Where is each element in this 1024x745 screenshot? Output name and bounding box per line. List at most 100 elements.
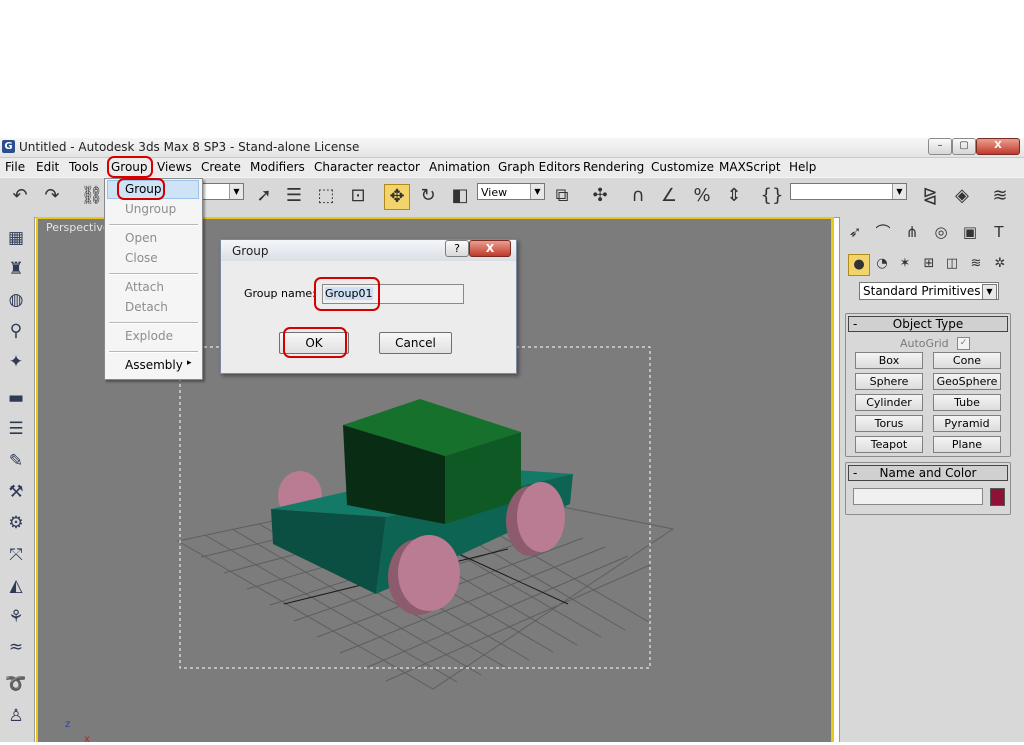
- object-color-swatch[interactable]: [990, 488, 1005, 506]
- pyramid-button[interactable]: Pyramid: [933, 415, 1001, 432]
- selection-filter-dropdown[interactable]: ▼: [200, 183, 244, 200]
- undo-icon[interactable]: ↶: [8, 184, 32, 208]
- space-warps-icon[interactable]: ≋: [966, 254, 986, 274]
- cancel-button[interactable]: Cancel: [379, 332, 452, 354]
- app-logo-icon[interactable]: G: [2, 140, 15, 153]
- object-type-header[interactable]: - Object Type: [848, 316, 1008, 332]
- pen-icon[interactable]: ✎: [4, 449, 28, 473]
- menu-graph-editors[interactable]: Graph Editors: [498, 160, 580, 174]
- dialog-close-button[interactable]: X: [469, 240, 511, 257]
- menu-tools[interactable]: Tools: [69, 160, 99, 174]
- transform-icon[interactable]: ⤧: [4, 543, 28, 567]
- menu-customize[interactable]: Customize: [651, 160, 714, 174]
- menu-item-open[interactable]: Open: [125, 231, 157, 245]
- wrench-icon[interactable]: ⚒: [4, 480, 28, 504]
- light-icon[interactable]: ⚲: [4, 319, 28, 343]
- menu-character[interactable]: Character: [314, 160, 373, 174]
- menu-item-close[interactable]: Close: [125, 251, 158, 265]
- select-move-icon[interactable]: ✥: [384, 184, 410, 210]
- close-window-button[interactable]: X: [976, 138, 1020, 155]
- create-tab-icon[interactable]: ➶: [843, 220, 867, 244]
- box-primitive-icon[interactable]: ▦: [4, 226, 28, 250]
- autogrid-checkbox[interactable]: ✓: [957, 337, 970, 350]
- menu-item-detach[interactable]: Detach: [125, 300, 168, 314]
- layer-manager-icon[interactable]: ≋: [988, 184, 1012, 208]
- car-body-front[interactable]: [271, 509, 386, 594]
- box-button[interactable]: Box: [855, 352, 923, 369]
- object-name-field[interactable]: [853, 488, 983, 505]
- maximize-button[interactable]: ▢: [952, 138, 976, 155]
- menu-edit[interactable]: Edit: [36, 160, 59, 174]
- window-crossing-icon[interactable]: ⊡: [346, 184, 370, 208]
- cameras-icon[interactable]: ⊞: [919, 254, 939, 274]
- menu-maxscript[interactable]: MAXScript: [719, 160, 781, 174]
- viewport-label[interactable]: Perspective: [46, 221, 110, 234]
- rect-select-region-icon[interactable]: ⬚: [314, 184, 338, 208]
- dialog-help-button[interactable]: ?: [445, 240, 469, 257]
- gear-icon[interactable]: ⚙: [4, 511, 28, 535]
- menu-create[interactable]: Create: [201, 160, 241, 174]
- tube-button[interactable]: Tube: [933, 394, 1001, 411]
- lights-icon[interactable]: ✶: [895, 254, 915, 274]
- sphere-icon[interactable]: ◍: [4, 288, 28, 312]
- redo-icon[interactable]: ↷: [40, 184, 64, 208]
- systems-icon[interactable]: ✲: [990, 254, 1010, 274]
- modify-tab-icon[interactable]: ⌒: [871, 220, 895, 244]
- menu-views[interactable]: Views: [157, 160, 192, 174]
- shapes-icon[interactable]: ◔: [872, 254, 892, 274]
- sphere-button[interactable]: Sphere: [855, 373, 923, 390]
- menu-item-ungroup[interactable]: Ungroup: [125, 202, 176, 216]
- display-tab-icon[interactable]: ▣: [958, 220, 982, 244]
- geometry-icon[interactable]: ●: [848, 254, 870, 276]
- menu-item-explode[interactable]: Explode: [125, 329, 173, 343]
- menu-animation[interactable]: Animation: [429, 160, 490, 174]
- compound-icon[interactable]: ▬: [4, 386, 28, 410]
- menu-item-attach[interactable]: Attach: [125, 280, 164, 294]
- select-scale-icon[interactable]: ◧: [448, 184, 472, 208]
- spring-icon[interactable]: ➰: [4, 672, 28, 696]
- motion-tab-icon[interactable]: ◎: [929, 220, 953, 244]
- wheel-back-right[interactable]: [517, 482, 565, 552]
- teapot-button[interactable]: Teapot: [855, 436, 923, 453]
- figure-icon[interactable]: ⚘: [4, 605, 28, 629]
- geosphere-button[interactable]: GeoSphere: [933, 373, 1001, 390]
- menu-reactor[interactable]: reactor: [377, 160, 420, 174]
- menu-item-assembly[interactable]: Assembly: [125, 358, 183, 372]
- named-selection-sets-dropdown[interactable]: ▼: [790, 183, 907, 200]
- manipulate-icon[interactable]: ✣: [588, 184, 612, 208]
- car-model[interactable]: [271, 399, 573, 615]
- reference-coordinate-dropdown[interactable]: View ▼: [477, 183, 545, 200]
- pivot-icon[interactable]: ⧉: [550, 184, 574, 208]
- select-by-name-icon[interactable]: ☰: [282, 184, 306, 208]
- wave-icon[interactable]: ≈: [4, 635, 28, 659]
- fish-icon[interactable]: ◭: [4, 574, 28, 598]
- menu-help[interactable]: Help: [789, 160, 816, 174]
- select-object-icon[interactable]: ➚: [252, 184, 276, 208]
- name-and-color-header[interactable]: - Name and Color: [848, 465, 1008, 481]
- plane-button[interactable]: Plane: [933, 436, 1001, 453]
- spinner-snap-icon[interactable]: ⇕: [722, 184, 746, 208]
- select-link-icon[interactable]: ⛓: [80, 184, 104, 208]
- biped-icon[interactable]: ♙: [4, 704, 28, 728]
- dialog-title-bar[interactable]: Group ? X: [221, 240, 516, 261]
- cone-button[interactable]: Cone: [933, 352, 1001, 369]
- edit-named-selection-icon[interactable]: {}: [760, 184, 784, 208]
- helpers-icon[interactable]: ◫: [942, 254, 962, 274]
- menu-file[interactable]: File: [5, 160, 25, 174]
- mirror-icon[interactable]: ⧎: [918, 184, 942, 208]
- tshirt-icon[interactable]: ♜: [4, 257, 28, 281]
- menu-modifiers[interactable]: Modifiers: [250, 160, 305, 174]
- star-icon[interactable]: ✦: [4, 350, 28, 374]
- snaps-toggle-icon[interactable]: ∩: [626, 184, 650, 208]
- angle-snap-icon[interactable]: ∠: [657, 184, 681, 208]
- wheel-front-right[interactable]: [398, 535, 460, 611]
- align-icon[interactable]: ◈: [950, 184, 974, 208]
- torus-button[interactable]: Torus: [855, 415, 923, 432]
- cylinder-stack-icon[interactable]: ☰: [4, 417, 28, 441]
- cylinder-button[interactable]: Cylinder: [855, 394, 923, 411]
- minimize-button[interactable]: –: [928, 138, 952, 155]
- select-rotate-icon[interactable]: ↻: [416, 184, 440, 208]
- utilities-tab-icon[interactable]: T: [987, 220, 1011, 244]
- percent-snap-icon[interactable]: %: [690, 184, 714, 208]
- object-category-dropdown[interactable]: Standard Primitives ▼: [859, 282, 999, 300]
